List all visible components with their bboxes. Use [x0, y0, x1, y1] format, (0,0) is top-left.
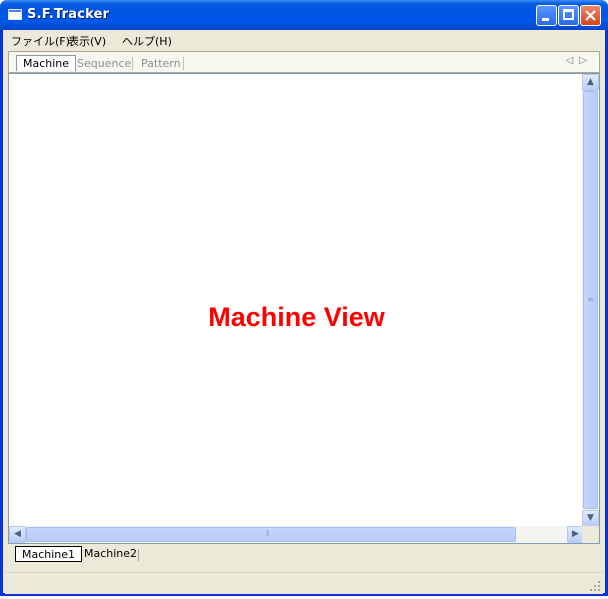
horizontal-scroll-thumb[interactable]: ⦀: [26, 527, 516, 542]
menu-view[interactable]: 表示(V): [68, 33, 106, 49]
triangle-right-icon[interactable]: ▷: [579, 55, 593, 66]
tab-machine[interactable]: Machine: [16, 55, 77, 71]
menu-file[interactable]: ファイル(F): [11, 33, 70, 49]
resize-grip-icon[interactable]: [589, 580, 601, 592]
maximize-button[interactable]: [558, 5, 579, 26]
machine-tabstrip: Machine1 Machine2: [8, 544, 600, 564]
vertical-scroll-thumb[interactable]: ≡: [583, 91, 598, 509]
tab-pattern[interactable]: Pattern: [135, 55, 187, 71]
minimize-icon: [542, 18, 549, 21]
thumb-grip-icon: ⦀: [266, 529, 270, 538]
scroll-up-button[interactable]: ▲: [582, 74, 599, 91]
tab-separator: [138, 549, 139, 561]
tab-scroll-arrows: ◁▷: [566, 55, 593, 66]
view-tabstrip: Machine Sequence Pattern ◁▷: [8, 51, 600, 73]
arrow-up-icon: ▲: [587, 77, 594, 87]
view-label: Machine View: [208, 302, 385, 332]
tab-separator: [183, 57, 184, 70]
arrow-down-icon: ▼: [587, 513, 594, 523]
main-window: S.F.Tracker ファイル(F) 表示(V) ヘルプ(H) Machine…: [0, 0, 608, 596]
thumb-grip-icon: ≡: [587, 295, 594, 304]
tab-machine1[interactable]: Machine1: [15, 546, 83, 562]
tab-sequence[interactable]: Sequence: [71, 55, 137, 71]
machine-view-canvas[interactable]: Machine View ▲ ≡ ▼ ◀ ⦀ ▶: [8, 73, 600, 544]
status-bar: [5, 572, 603, 594]
vertical-scrollbar[interactable]: ▲ ≡ ▼: [582, 74, 599, 527]
window-icon[interactable]: [8, 9, 22, 20]
menu-help[interactable]: ヘルプ(H): [122, 33, 172, 49]
maximize-icon: [563, 9, 574, 20]
scroll-left-button[interactable]: ◀: [9, 526, 26, 543]
minimize-button[interactable]: [536, 5, 557, 26]
tab-separator: [132, 57, 133, 70]
close-button[interactable]: [580, 5, 601, 26]
scroll-down-button[interactable]: ▼: [582, 510, 599, 527]
arrow-left-icon: ◀: [14, 529, 21, 539]
scrollbar-corner: [582, 526, 599, 543]
triangle-left-icon[interactable]: ◁: [566, 55, 580, 66]
horizontal-scrollbar[interactable]: ◀ ⦀ ▶: [9, 526, 584, 543]
window-title: S.F.Tracker: [27, 7, 110, 22]
menu-bar: ファイル(F) 表示(V) ヘルプ(H): [3, 30, 605, 49]
arrow-right-icon: ▶: [572, 529, 579, 539]
tab-machine2[interactable]: Machine2: [78, 546, 143, 562]
close-icon: [585, 10, 596, 21]
title-bar[interactable]: S.F.Tracker: [0, 0, 608, 30]
